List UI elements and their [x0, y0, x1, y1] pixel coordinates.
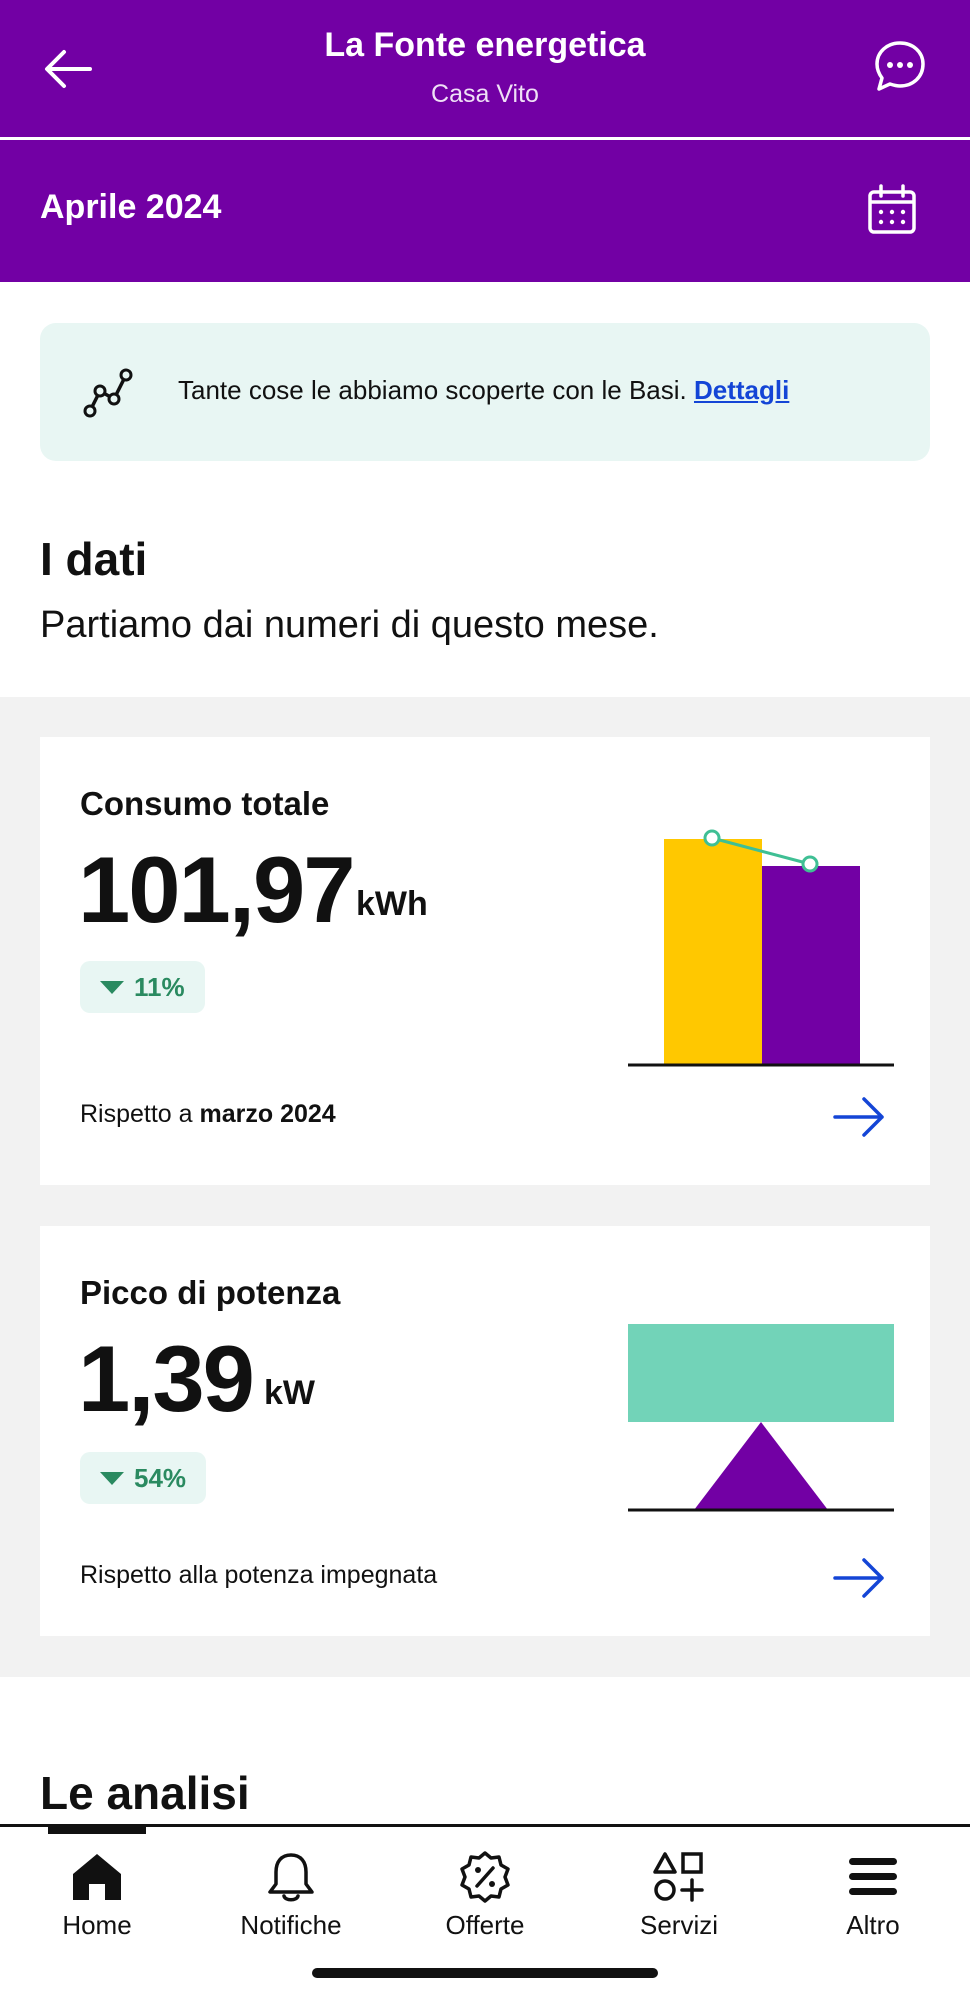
tab-offers[interactable]: Offerte: [388, 1850, 582, 1940]
active-tab-indicator: [48, 1826, 146, 1834]
total-consumption-card[interactable]: Consumo totale 101,97 kWh 11% Rispetto a…: [40, 737, 930, 1185]
calendar-icon[interactable]: [866, 184, 918, 236]
section-subtitle: Partiamo dai numeri di questo mese.: [40, 604, 659, 646]
tab-label: Notifiche: [240, 1910, 342, 1940]
tab-notifications[interactable]: Notifiche: [194, 1850, 388, 1940]
tab-label: Servizi: [639, 1910, 718, 1940]
card-label: Picco di potenza: [80, 1274, 341, 1311]
tab-home[interactable]: Home: [0, 1850, 194, 1940]
card-unit: kWh: [356, 885, 428, 923]
card-unit: kW: [264, 1374, 315, 1412]
page-subtitle: Casa Vito: [431, 80, 539, 108]
current-month-bar: [762, 866, 860, 1065]
section-title: I dati: [40, 533, 148, 585]
shapes-icon: [653, 1852, 704, 1902]
down-triangle-icon: [100, 980, 124, 994]
home-indicator[interactable]: [312, 1968, 658, 1978]
tab-services[interactable]: Servizi: [582, 1850, 776, 1940]
card-value: 101,97: [78, 837, 356, 942]
menu-icon: [849, 1858, 897, 1895]
committed-power-band: [628, 1324, 894, 1422]
discount-icon: [460, 1851, 510, 1903]
home-icon: [73, 1854, 121, 1900]
month-label: Aprile 2024: [40, 188, 222, 226]
trend-line-icon: [83, 368, 133, 418]
banner-text: Tante cose le abbiamo scoperte con le Ba…: [178, 375, 789, 406]
change-badge: 11%: [80, 961, 205, 1013]
previous-month-bar: [664, 839, 762, 1065]
power-peak-chart: [628, 1324, 894, 1512]
change-value: 54%: [134, 1462, 187, 1493]
down-triangle-icon: [100, 1471, 124, 1485]
trend-point-current: [801, 855, 819, 873]
app-header: La Fonte energetica Casa Vito: [0, 0, 970, 137]
tab-label: Home: [62, 1910, 132, 1940]
details-link[interactable]: Dettagli: [694, 375, 789, 405]
page-title: La Fonte energetica: [324, 26, 646, 64]
chat-icon[interactable]: [872, 38, 928, 94]
month-selector-bar[interactable]: Aprile 2024: [0, 140, 970, 282]
arrow-right-icon[interactable]: [832, 1095, 886, 1139]
info-banner: Tante cose le abbiamo scoperte con le Ba…: [40, 323, 930, 461]
tab-label: Altro: [846, 1910, 900, 1940]
footer-prefix: Rispetto alla potenza impegnata: [80, 1561, 438, 1589]
card-label: Consumo totale: [80, 785, 330, 822]
card-value: 1,39: [78, 1326, 255, 1431]
tab-label: Offerte: [445, 1910, 525, 1940]
analysis-section-title: Le analisi: [40, 1767, 250, 1819]
card-footer: Rispetto a marzo 2024: [80, 1100, 336, 1129]
footer-period: marzo 2024: [199, 1100, 336, 1128]
consumption-comparison-chart: [628, 829, 894, 1067]
trend-point-previous: [703, 829, 721, 847]
banner-message: Tante cose le abbiamo scoperte con le Ba…: [178, 375, 687, 405]
power-peak-card[interactable]: Picco di potenza 1,39 kW 54% Rispetto al…: [40, 1226, 930, 1636]
bell-icon: [268, 1853, 314, 1902]
arrow-right-icon[interactable]: [832, 1556, 886, 1600]
tab-more[interactable]: Altro: [776, 1850, 970, 1940]
change-badge: 54%: [80, 1452, 207, 1504]
peak-triangle: [694, 1422, 828, 1510]
card-footer: Rispetto alla potenza impegnata: [80, 1561, 437, 1590]
footer-prefix: Rispetto a: [80, 1100, 193, 1128]
change-value: 11%: [134, 971, 185, 1002]
